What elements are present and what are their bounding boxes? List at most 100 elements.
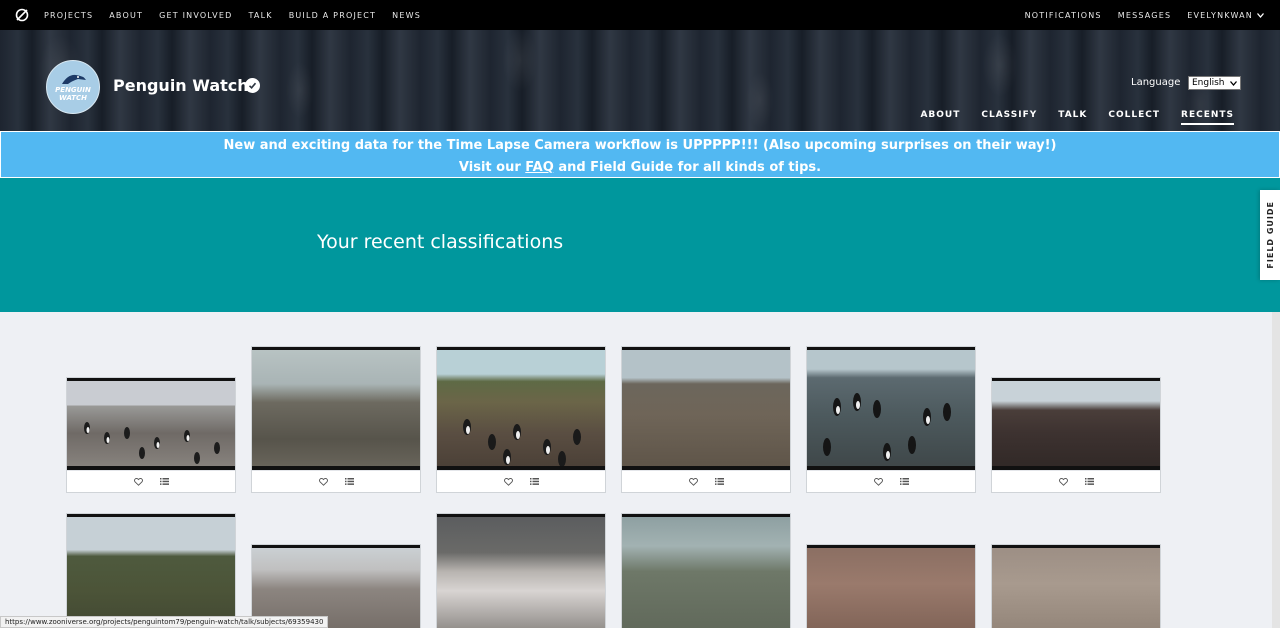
language-label: Language [1131,77,1181,88]
nav-get-involved[interactable]: GET INVOLVED [159,11,232,20]
heart-icon[interactable] [502,476,514,488]
recent-subject-card[interactable] [806,544,976,628]
collect-list-icon[interactable] [158,476,170,488]
field-guide-tab[interactable]: FIELD GUIDE [1260,190,1280,280]
heart-icon[interactable] [132,476,144,488]
recents-header: Your recent classifications [0,178,1280,312]
collect-list-icon[interactable] [528,476,540,488]
project-avatar[interactable]: PENGUIN WATCH [46,60,100,114]
recent-subject-card[interactable] [251,346,421,493]
card-actions [622,470,790,492]
recent-subject-card[interactable] [436,346,606,493]
nav-about[interactable]: ABOUT [109,11,143,20]
image-timestamp-bar [252,545,420,548]
language-value: English [1192,78,1225,88]
penguin-colony-image [823,393,951,461]
card-actions [252,470,420,492]
project-nav: ABOUT CLASSIFY TALK COLLECT RECENTS [899,110,1234,125]
heart-icon[interactable] [317,476,329,488]
image-timestamp-bar [67,514,235,517]
nav-projects[interactable]: PROJECTS [44,11,93,20]
user-name: EVELYNKWAN [1187,10,1253,20]
card-actions [807,470,975,492]
collect-list-icon[interactable] [898,476,910,488]
avatar-text-2: WATCH [59,94,87,102]
page-title: Your recent classifications [317,231,564,253]
chevron-down-icon [1230,80,1237,86]
project-nav-classify[interactable]: CLASSIFY [981,110,1037,125]
heart-icon[interactable] [687,476,699,488]
announcement-line-2: Visit our FAQ and Field Guide for all ki… [1,157,1279,179]
image-footer-bar [992,466,1160,470]
chevron-down-icon [1257,11,1264,20]
card-actions [992,470,1160,492]
announcement-line-1: New and exciting data for the Time Lapse… [223,138,1057,153]
verified-check-icon [245,78,260,93]
subject-image[interactable] [807,347,975,470]
project-header: PENGUIN WATCH Penguin Watch Language Eng… [0,30,1280,131]
image-footer-bar [437,466,605,470]
project-title[interactable]: Penguin Watch [113,76,249,95]
nav-talk[interactable]: TALK [248,11,272,20]
project-nav-talk[interactable]: TALK [1058,110,1087,125]
collect-list-icon[interactable] [713,476,725,488]
image-timestamp-bar [622,514,790,517]
subject-image[interactable] [437,514,605,628]
recent-subject-card[interactable] [621,346,791,493]
subject-image[interactable] [252,347,420,470]
nav-build-a-project[interactable]: BUILD A PROJECT [289,11,376,20]
recent-subject-card[interactable] [621,513,791,628]
subject-image[interactable] [992,545,1160,628]
announcement-banner: New and exciting data for the Time Lapse… [0,131,1280,178]
subject-image[interactable] [622,347,790,470]
project-nav-collect[interactable]: COLLECT [1108,110,1160,125]
subject-image[interactable] [437,347,605,470]
announcement-text: Visit our [458,160,526,175]
collect-list-icon[interactable] [1083,476,1095,488]
subject-image[interactable] [622,514,790,628]
heart-icon[interactable] [1057,476,1069,488]
heart-icon[interactable] [872,476,884,488]
image-timestamp-bar [807,545,975,548]
card-actions [437,470,605,492]
announcement-text: and Field Guide for all kinds of tips. [553,160,822,175]
top-nav-right: NOTIFICATIONS MESSAGES EVELYNKWAN [1009,0,1264,30]
field-guide-label: FIELD GUIDE [1265,201,1275,269]
image-timestamp-bar [992,378,1160,381]
browser-status-url: https://www.zooniverse.org/projects/peng… [0,616,329,628]
site-top-nav: PROJECTS ABOUT GET INVOLVED TALK BUILD A… [0,0,1280,30]
recent-subject-card[interactable] [806,346,976,493]
subject-image[interactable] [67,378,235,470]
avatar-text-1: PENGUIN [55,86,91,94]
recent-subject-card[interactable] [991,377,1161,493]
image-footer-bar [622,466,790,470]
image-timestamp-bar [437,514,605,517]
recent-subject-card[interactable] [66,377,236,493]
image-timestamp-bar [992,545,1160,548]
nav-notifications[interactable]: NOTIFICATIONS [1025,11,1102,20]
penguin-logo-icon [62,74,86,84]
image-timestamp-bar [622,347,790,350]
faq-link[interactable]: FAQ [525,160,554,175]
subject-image[interactable] [807,545,975,628]
recent-subject-card[interactable] [436,513,606,628]
zooniverse-logo-icon[interactable] [14,7,30,23]
image-footer-bar [252,466,420,470]
language-select[interactable]: English [1188,76,1241,90]
project-nav-recents[interactable]: RECENTS [1181,110,1234,125]
recent-subject-card[interactable] [991,544,1161,628]
user-menu[interactable]: EVELYNKWAN [1187,11,1264,20]
nav-news[interactable]: NEWS [392,11,421,20]
recent-subject-card[interactable] [66,513,236,628]
image-footer-bar [807,466,975,470]
subject-image[interactable] [67,514,235,628]
image-timestamp-bar [252,347,420,350]
card-actions [67,470,235,492]
page-scrollbar[interactable] [1272,312,1280,628]
penguin-colony-image [84,422,220,464]
nav-messages[interactable]: MESSAGES [1118,11,1172,20]
penguin-colony-image [463,419,581,467]
project-nav-about[interactable]: ABOUT [920,110,960,125]
collect-list-icon[interactable] [343,476,355,488]
subject-image[interactable] [992,378,1160,470]
